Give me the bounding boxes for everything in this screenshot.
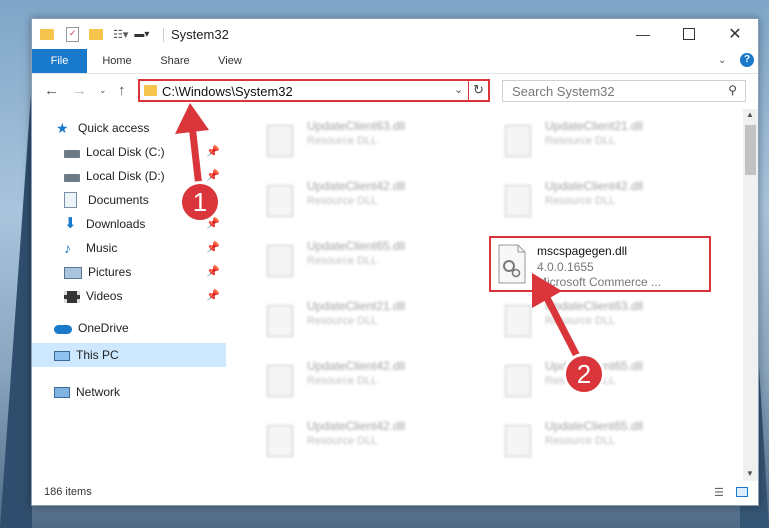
step-badge-2: 2 — [563, 353, 605, 395]
arrow-1-head — [175, 103, 209, 134]
step-badge-1: 1 — [179, 181, 221, 223]
annotation-arrows — [175, 103, 585, 368]
